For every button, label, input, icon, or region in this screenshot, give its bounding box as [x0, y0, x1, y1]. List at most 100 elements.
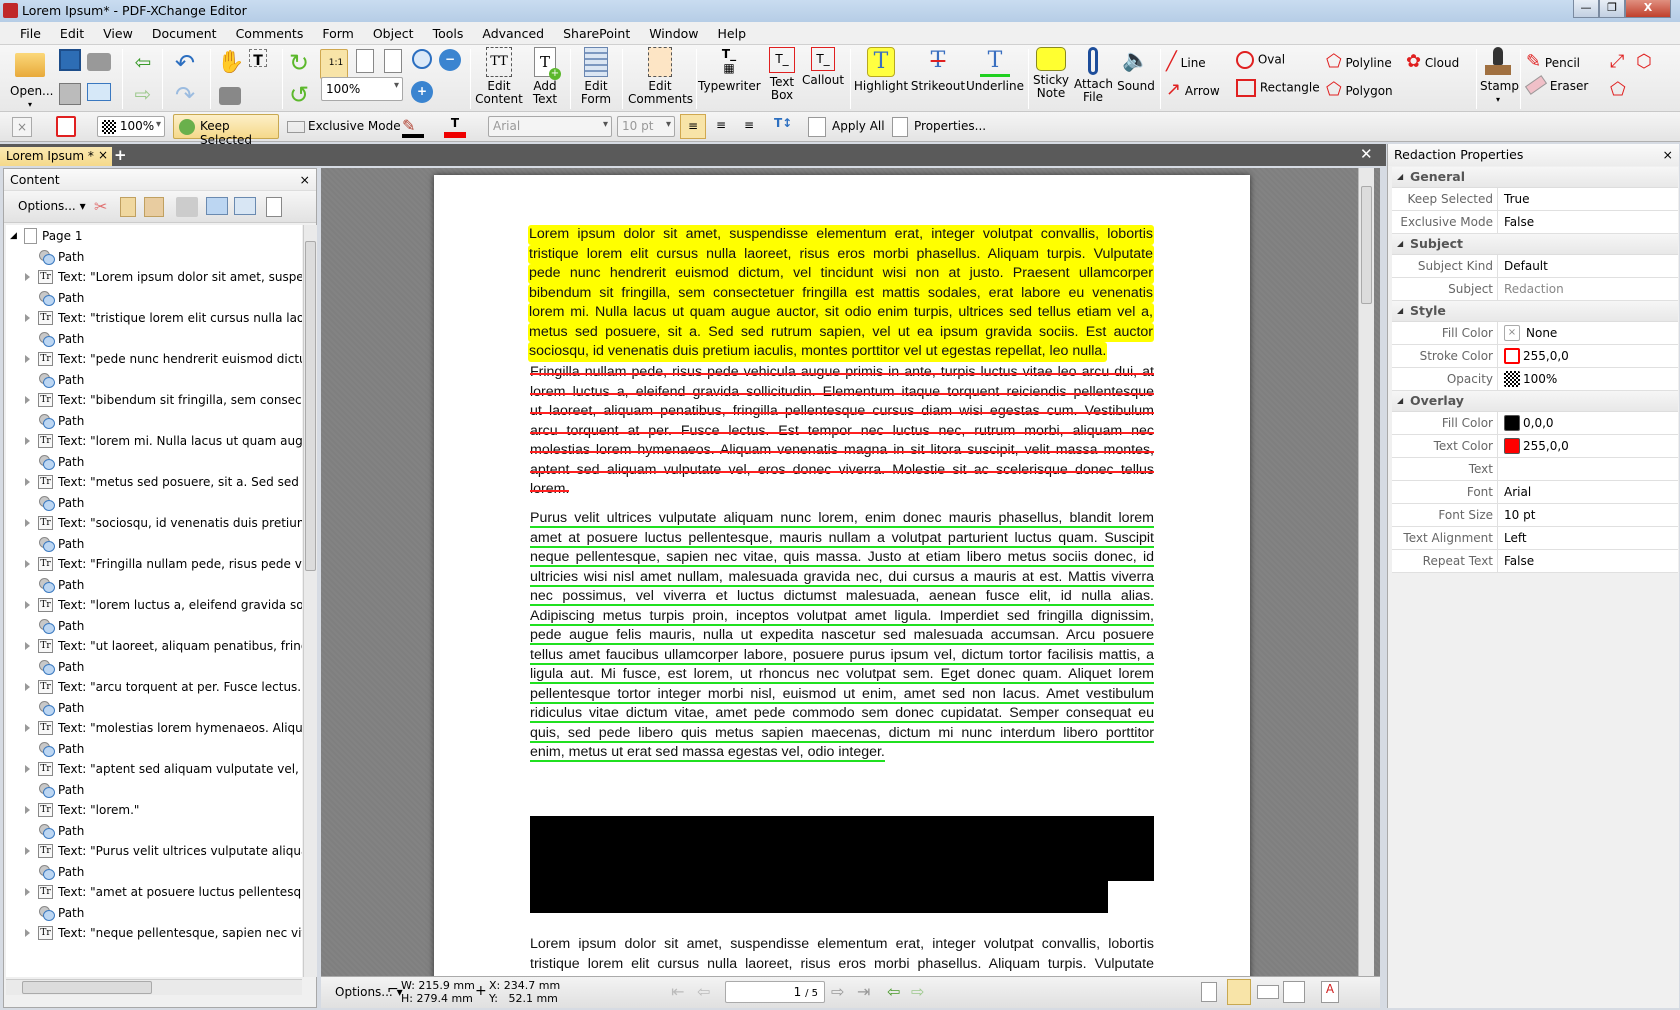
tree-item-path[interactable]: Path [6, 820, 302, 842]
minimize-button[interactable]: — [1573, 0, 1599, 18]
expand-icon[interactable] [25, 806, 30, 814]
tree-item-text[interactable]: Tr Text: "neque pellentesque, sapien nec … [6, 922, 302, 944]
property-value[interactable]: False [1504, 211, 1534, 233]
menu-view[interactable]: View [101, 26, 135, 41]
align-center-button[interactable]: ≡ [708, 114, 734, 139]
single-page-view-icon[interactable] [1201, 982, 1217, 1002]
properties-close-icon[interactable]: × [1663, 147, 1673, 162]
property-value[interactable]: 255,0,0 [1523, 345, 1569, 367]
rotate-ccw-button[interactable]: ↺ [284, 81, 310, 114]
exclusive-mode-toggle[interactable]: Exclusive Mode [284, 114, 405, 139]
color-swatch[interactable]: × [1504, 325, 1520, 341]
menu-help[interactable]: Help [716, 26, 749, 41]
align-left-button[interactable]: ≡ [680, 114, 706, 139]
tree-item-text[interactable]: Tr Text: "bibendum sit fringilla, sem con… [6, 389, 302, 411]
import-button[interactable]: ⇦ [132, 51, 154, 76]
new-tab-button[interactable]: + [114, 146, 127, 164]
tree-item-path[interactable]: Path [6, 410, 302, 432]
expand-icon[interactable] [25, 642, 30, 650]
content-tree-horizontal-scrollbar[interactable] [6, 979, 302, 995]
polygon-tool-button[interactable]: ⬠ Polygon [1326, 79, 1393, 100]
rectangle-tool-button[interactable]: Rectangle [1236, 79, 1320, 97]
property-value[interactable]: 255,0,0 [1523, 435, 1569, 457]
property-row[interactable]: Text [1392, 458, 1678, 481]
tree-item-text[interactable]: Tr Text: "metus sed posuere, sit a. Sed s… [6, 471, 302, 493]
zoom-in-button[interactable]: + [410, 81, 434, 106]
expand-icon[interactable] [25, 560, 30, 568]
document-view[interactable]: Lorem ipsum dolor sit amet, suspendisse … [321, 168, 1380, 976]
property-value[interactable]: Default [1504, 255, 1548, 277]
close-document-button[interactable]: ✕ [1360, 145, 1373, 163]
tab-lorem-ipsum[interactable]: Lorem Ipsum * × [0, 147, 112, 166]
panel-close-icon[interactable]: × [300, 172, 310, 187]
menu-comments[interactable]: Comments [234, 26, 306, 41]
tree-item-text[interactable]: Tr Text: "molestias lorem hymenaeos. Aliq… [6, 717, 302, 739]
properties-check-icon[interactable] [266, 197, 282, 217]
expand-icon[interactable] [25, 765, 30, 773]
add-text-button[interactable]: T + Add Text [526, 47, 564, 106]
property-row[interactable]: Stroke Color 255,0,0 [1392, 345, 1678, 368]
expand-icon[interactable] [25, 314, 30, 322]
property-row[interactable]: Text Color 255,0,0 [1392, 435, 1678, 458]
edit-content-button[interactable]: TT Edit Content [474, 47, 524, 106]
options-dropdown[interactable]: Options... ▾ [18, 199, 86, 213]
property-value[interactable]: False [1504, 550, 1534, 572]
menu-file[interactable]: File [18, 26, 43, 41]
tree-item-page[interactable]: ◢ Page 1 [6, 225, 302, 247]
delete-icon[interactable] [176, 197, 198, 217]
tree-item-path[interactable]: Path [6, 492, 302, 514]
property-row[interactable]: Font Arial [1392, 481, 1678, 504]
tree-item-text[interactable]: Tr Text: "Fringilla nullam pede, risus pe… [6, 553, 302, 575]
pdf-icon[interactable]: A [1321, 981, 1339, 1003]
save-button[interactable] [58, 49, 82, 74]
first-page-button[interactable]: ⇤ [671, 982, 684, 1001]
copy-icon[interactable] [120, 197, 136, 217]
tree-item-text[interactable]: Tr Text: "lorem." [6, 799, 302, 821]
distance-tool-icon[interactable]: ⤢ [1610, 51, 1624, 72]
eraser-tool-button[interactable]: Eraser [1524, 75, 1588, 95]
tree-item-text[interactable]: Tr Text: "Purus velit ultrices vulputate … [6, 840, 302, 862]
export-button[interactable]: ⇨ [132, 83, 154, 108]
print-button[interactable] [58, 83, 82, 108]
arrow-tool-button[interactable]: ↗ Arrow [1166, 79, 1220, 100]
cloud-tool-button[interactable]: ✿ Cloud [1406, 51, 1459, 72]
expand-icon[interactable]: ◢ [10, 225, 17, 247]
tree-item-path[interactable]: Path [6, 697, 302, 719]
color-swatch[interactable] [1504, 348, 1520, 364]
callout-button[interactable]: T_ Callout [802, 47, 844, 87]
stroke-color-button[interactable] [56, 116, 76, 137]
tree-item-path[interactable]: Path [6, 779, 302, 801]
property-value[interactable]: 100% [1523, 368, 1557, 390]
menu-object[interactable]: Object [371, 26, 416, 41]
tree-item-text[interactable]: Tr Text: "aptent sed aliquam vulputate ve… [6, 758, 302, 780]
text-color-button[interactable]: T [444, 116, 466, 138]
property-row[interactable]: Repeat Text False [1392, 550, 1678, 573]
expand-icon[interactable] [25, 273, 30, 281]
zoom-out-button[interactable]: − [438, 49, 462, 74]
align-right-button[interactable]: ≡ [736, 114, 762, 139]
continuous-view-icon[interactable] [1227, 979, 1251, 1005]
tree-item-path[interactable]: Path [6, 615, 302, 637]
menu-window[interactable]: Window [647, 26, 700, 41]
zoom-in-tool-button[interactable] [410, 49, 434, 72]
next-view-button[interactable]: ⇨ [911, 982, 924, 1001]
color-swatch[interactable] [1504, 438, 1520, 454]
tree-item-path[interactable]: Path [6, 287, 302, 309]
expand-icon[interactable] [25, 888, 30, 896]
underlined-paragraph[interactable]: Purus velit ultrices vulputate aliquam n… [530, 509, 1154, 763]
tree-item-text[interactable]: Tr Text: "pede nunc hendrerit euismod dic… [6, 348, 302, 370]
text-highlight-color-button[interactable]: ✎ [402, 116, 424, 138]
paste-icon[interactable] [144, 197, 164, 217]
redo-button[interactable]: ↷ [170, 81, 200, 114]
redaction-box[interactable] [530, 816, 1154, 913]
property-value[interactable]: 10 pt [1504, 504, 1535, 526]
property-value[interactable]: Left [1504, 527, 1527, 549]
zoom-level-combo[interactable]: 100% [321, 77, 403, 101]
property-row[interactable]: Subject Redaction [1392, 278, 1678, 301]
facing-view-icon[interactable] [1257, 985, 1279, 999]
cut-icon[interactable]: ✂ [94, 197, 107, 216]
attach-file-button[interactable]: Attach File [1074, 47, 1113, 104]
last-page-button[interactable]: ⇥ [857, 982, 870, 1001]
tree-item-path[interactable]: Path [6, 656, 302, 678]
pencil-tool-button[interactable]: ✎ Pencil [1526, 51, 1580, 72]
